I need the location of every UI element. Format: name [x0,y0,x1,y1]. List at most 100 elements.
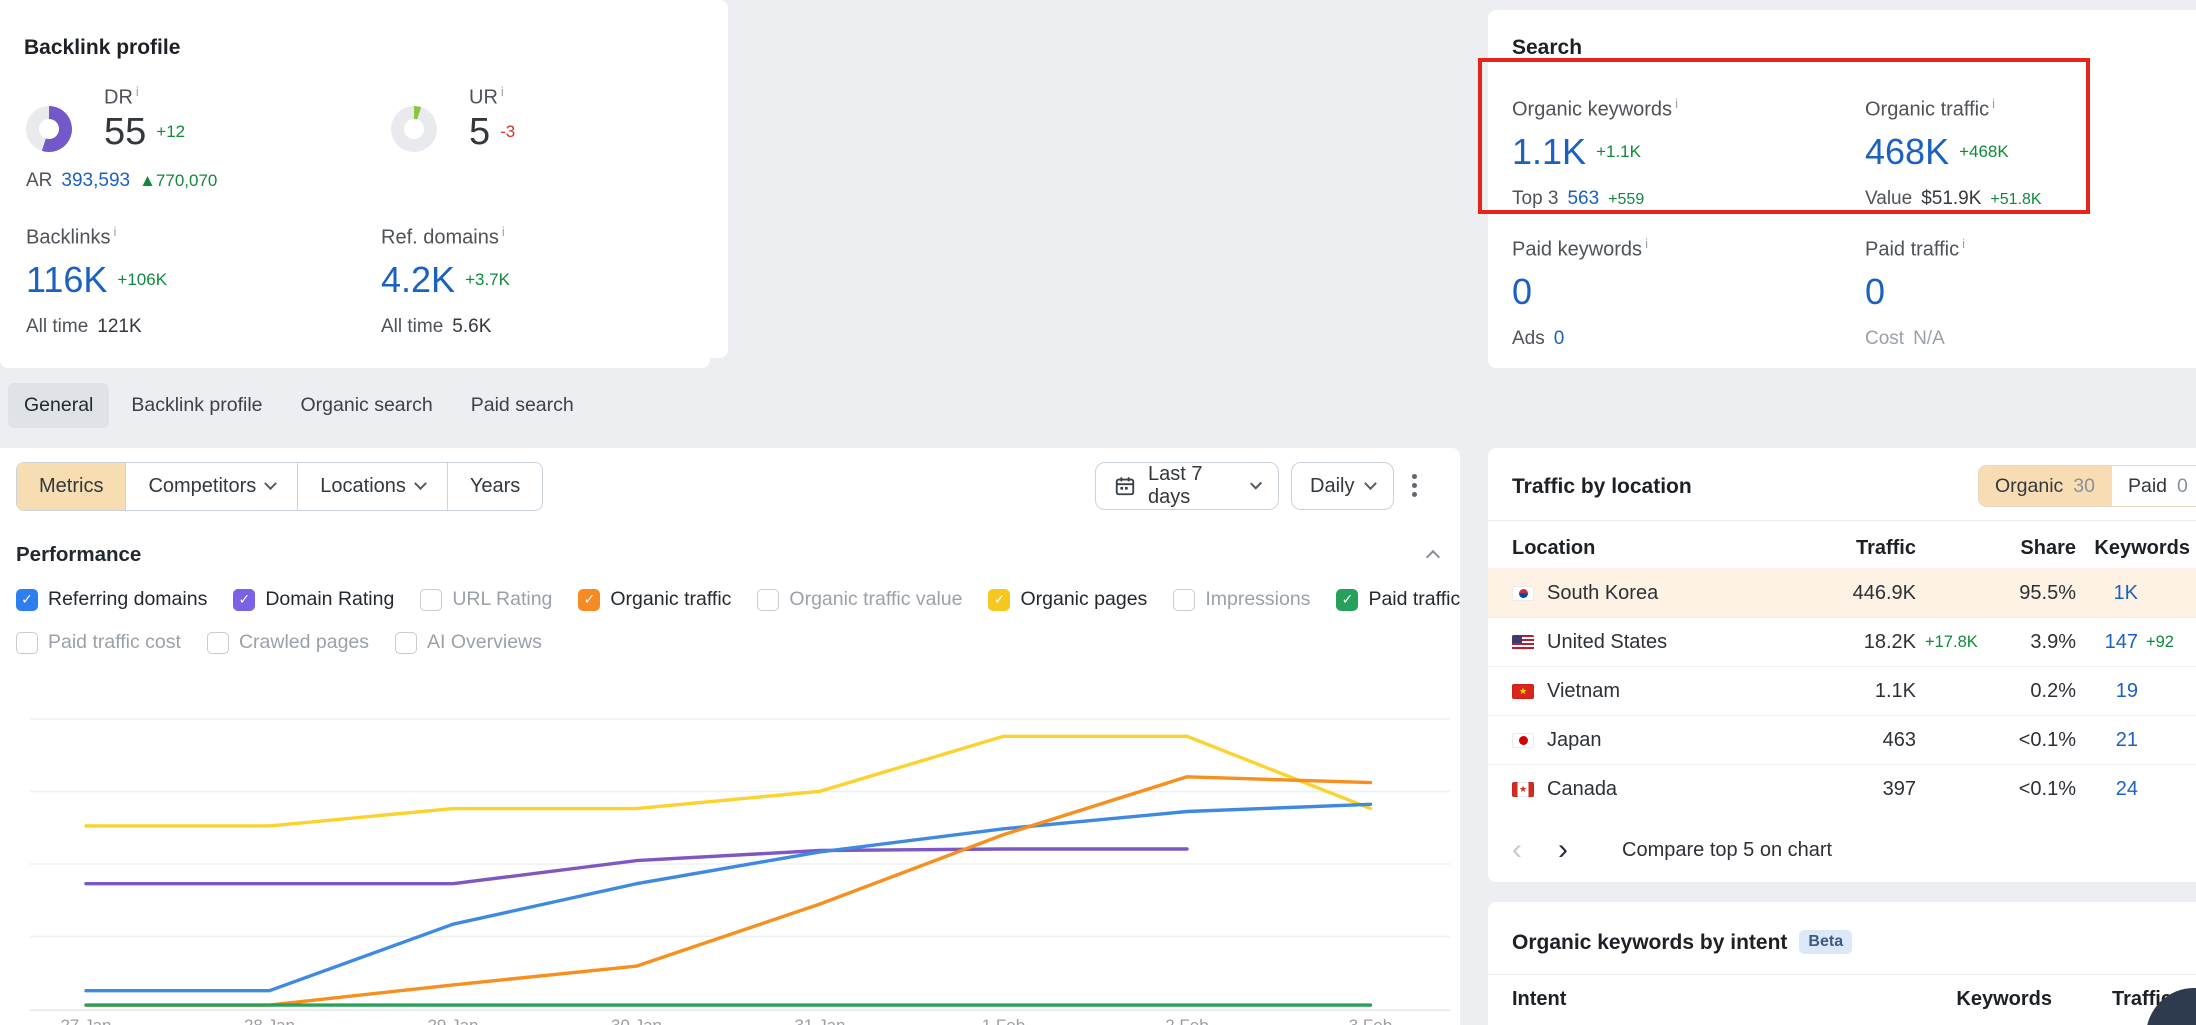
checkbox-paid-traffic[interactable]: ✓Paid traffic [1336,588,1460,611]
checkbox-icon [1173,589,1195,611]
backlink-profile-title: Backlink profile [24,36,180,60]
backlinks-alltime: 121K [97,316,141,338]
segment-years[interactable]: Years [448,463,542,510]
x-axis-tick: 27 Jan [60,1016,111,1025]
keywords-link[interactable]: 1K [2076,582,2138,605]
table-row-united-states: United States 18.2K +17.8K 3.9% 147 +92 [1488,617,2196,666]
more-options-button[interactable] [1412,474,1417,497]
x-axis-tick: 30 Jan [611,1016,662,1025]
chevron-down-icon [414,477,427,490]
info-icon[interactable]: i [113,224,116,239]
up-arrow-icon: ▲ [139,171,156,190]
next-page-arrow[interactable]: › [1558,835,1568,865]
stat-ref-domains: Ref. domainsi 4.2K +3.7K All time 5.6K [381,224,711,338]
checkbox-icon: ✓ [233,589,255,611]
checkbox-url-rating[interactable]: URL Rating [420,588,552,611]
x-axis-tick: 31 Jan [794,1016,845,1025]
checkbox-icon [757,589,779,611]
table-row-south-korea: South Korea 446.9K 95.5% 1K [1488,568,2196,617]
keywords-link[interactable]: 24 [2076,778,2138,801]
paid-keywords-value[interactable]: 0 [1512,271,1532,313]
checkbox-icon [16,632,38,654]
tab-backlink-profile[interactable]: Backlink profile [115,383,278,428]
tab-paid-search[interactable]: Paid search [455,383,590,428]
ads-count[interactable]: 0 [1554,328,1565,350]
paid-traffic-value[interactable]: 0 [1865,271,1885,313]
backlink-profile-card: Backlink profile DRi 55 +12 AR 393,593 ▲… [0,10,710,368]
site-explorer-overview-page: AI citationsi AI Overview 1 +1 Pages 1 +… [0,0,2196,1025]
info-icon[interactable]: i [1962,236,1965,251]
checkbox-organic-traffic-value[interactable]: Organic traffic value [757,588,962,611]
ahrefs-rank-row: AR 393,593 ▲770,070 [26,170,217,192]
performance-card: Metrics Competitors Locations Years Last… [0,448,1460,1025]
calendar-icon [1114,475,1136,497]
checkbox-icon: ✓ [578,589,600,611]
south-korea-flag [1512,586,1534,601]
dr-value-row: 55 +12 [104,110,185,154]
checkbox-domain-rating[interactable]: ✓Domain Rating [233,588,394,611]
stat-paid-keywords: Paid keywordsi 0 Ads 0 [1512,236,1842,350]
beta-badge: Beta [1799,930,1852,954]
tab-general[interactable]: General [8,383,109,428]
performance-line-chart[interactable]: 27 Jan28 Jan29 Jan30 Jan31 Jan1 Feb2 Feb… [30,665,1450,1025]
granularity-button[interactable]: Daily [1291,462,1394,510]
metric-checkbox-row-2: Paid traffic cost Crawled pages AI Overv… [16,631,542,654]
info-icon[interactable]: i [501,84,504,99]
vietnam-flag: ★ [1512,684,1534,699]
segment-locations[interactable]: Locations [298,463,448,510]
overview-tabs: General Backlink profile Organic search … [8,383,590,428]
checkbox-icon [207,632,229,654]
intent-title: Organic keywords by intentBeta [1512,930,1852,955]
info-icon[interactable]: i [1645,236,1648,251]
info-icon[interactable]: i [502,224,505,239]
performance-heading: Performance [16,543,141,567]
x-axis-tick: 2 Feb [1165,1016,1208,1025]
checkbox-ai-overviews[interactable]: AI Overviews [395,631,542,654]
traffic-by-location-title: Traffic by location [1512,475,1692,499]
checkbox-impressions[interactable]: Impressions [1173,588,1310,611]
chart-filter-segments: Metrics Competitors Locations Years [16,462,543,511]
table-row-canada: ★Canada 397 <0.1% 24 [1488,764,2196,813]
divider [1488,520,2196,521]
location-table-header: Location Traffic Share Keywords [1488,528,2196,568]
keywords-link[interactable]: 147 [2076,631,2138,654]
ur-value-row: 5 -3 [469,110,515,154]
canada-flag: ★ [1512,782,1534,797]
ref-domains-value[interactable]: 4.2K [381,259,455,301]
location-pagination: ‹ › Compare top 5 on chart [1512,828,1832,872]
ur-value: 5 [469,111,490,154]
checkbox-icon: ✓ [1336,589,1358,611]
checkbox-referring-domains[interactable]: ✓Referring domains [16,588,207,611]
series-referring-domains [86,804,1371,990]
table-row-japan: Japan 463 <0.1% 21 [1488,715,2196,764]
toggle-paid[interactable]: Paid 0 [2111,466,2196,506]
table-row-vietnam: ★Vietnam 1.1K 0.2% 19 [1488,666,2196,715]
tab-organic-search[interactable]: Organic search [285,383,449,428]
keywords-link[interactable]: 21 [2076,729,2138,752]
compare-top5-label: Compare top 5 on chart [1622,839,1832,862]
intent-table-header: Intent Keywords Traffic [1488,988,2196,1011]
ur-label: URi [469,84,504,110]
cost-value: N/A [1913,328,1945,350]
japan-flag [1512,733,1534,748]
prev-page-arrow[interactable]: ‹ [1512,835,1522,865]
checkbox-paid-traffic-cost[interactable]: Paid traffic cost [16,631,181,654]
toggle-organic[interactable]: Organic 30 [1979,466,2111,506]
checkbox-organic-traffic[interactable]: ✓Organic traffic [578,588,731,611]
dr-label: DRi [104,84,139,110]
checkbox-organic-pages[interactable]: ✓Organic pages [988,588,1147,611]
info-icon[interactable]: i [136,84,139,99]
keywords-link[interactable]: 19 [2076,680,2138,703]
url-rating-donut [391,106,437,152]
date-range-button[interactable]: Last 7 days [1095,462,1279,510]
divider [1488,974,2196,975]
checkbox-crawled-pages[interactable]: Crawled pages [207,631,369,654]
segment-competitors[interactable]: Competitors [126,463,298,510]
backlinks-value[interactable]: 116K [26,259,107,301]
segment-metrics[interactable]: Metrics [17,463,126,510]
collapse-chevron-icon[interactable] [1426,550,1440,564]
keywords-by-intent-card: Organic keywords by intentBeta Intent Ke… [1488,902,2196,1025]
organic-count: 30 [2073,475,2095,498]
chevron-down-icon [1365,477,1378,490]
ahrefs-rank-value[interactable]: 393,593 [61,170,130,192]
